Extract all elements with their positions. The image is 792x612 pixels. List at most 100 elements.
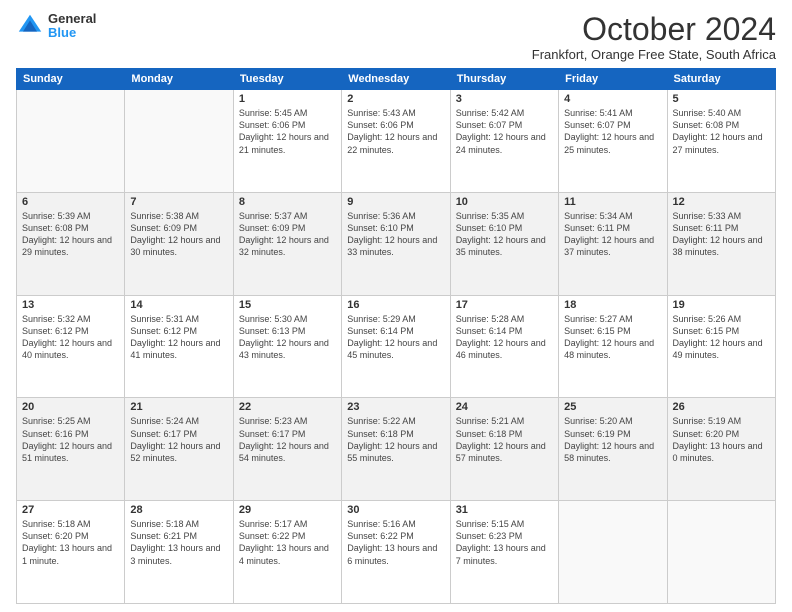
day-number: 19	[673, 299, 770, 311]
calendar-day-header: Friday	[559, 69, 667, 90]
logo: General Blue	[16, 12, 96, 41]
calendar-cell: 11 Sunrise: 5:34 AM Sunset: 6:11 PM Dayli…	[559, 192, 667, 295]
calendar-cell: 28 Sunrise: 5:18 AM Sunset: 6:21 PM Dayli…	[125, 501, 233, 604]
day-info: Sunrise: 5:16 AM Sunset: 6:22 PM Dayligh…	[347, 518, 444, 567]
day-info: Sunrise: 5:41 AM Sunset: 6:07 PM Dayligh…	[564, 107, 661, 156]
day-info: Sunrise: 5:15 AM Sunset: 6:23 PM Dayligh…	[456, 518, 553, 567]
title-block: October 2024 Frankfort, Orange Free Stat…	[532, 12, 776, 62]
logo-icon	[16, 12, 44, 40]
calendar-cell: 9 Sunrise: 5:36 AM Sunset: 6:10 PM Daylig…	[342, 192, 450, 295]
calendar-cell	[125, 90, 233, 193]
calendar-week-row: 6 Sunrise: 5:39 AM Sunset: 6:08 PM Daylig…	[17, 192, 776, 295]
calendar-cell: 18 Sunrise: 5:27 AM Sunset: 6:15 PM Dayli…	[559, 295, 667, 398]
calendar-week-row: 1Sunrise: 5:45 AM Sunset: 6:06 PM Daylig…	[17, 90, 776, 193]
calendar-cell	[667, 501, 775, 604]
calendar-cell: 25Sunrise: 5:20 AM Sunset: 6:19 PM Dayli…	[559, 398, 667, 501]
calendar-cell: 3Sunrise: 5:42 AM Sunset: 6:07 PM Daylig…	[450, 90, 558, 193]
month-title: October 2024	[532, 12, 776, 47]
page: General Blue October 2024 Frankfort, Ora…	[0, 0, 792, 612]
day-info: Sunrise: 5:36 AM Sunset: 6:10 PM Dayligh…	[347, 210, 444, 259]
day-number: 6	[22, 196, 119, 208]
day-number: 16	[347, 299, 444, 311]
calendar-cell: 17 Sunrise: 5:28 AM Sunset: 6:14 PM Dayli…	[450, 295, 558, 398]
calendar-day-header: Monday	[125, 69, 233, 90]
day-number: 17	[456, 299, 553, 311]
day-number: 30	[347, 504, 444, 516]
day-info: Sunrise: 5:22 AM Sunset: 6:18 PM Dayligh…	[347, 415, 444, 464]
day-number: 8	[239, 196, 336, 208]
calendar-cell	[17, 90, 125, 193]
day-number: 28	[130, 504, 227, 516]
logo-text: General Blue	[48, 12, 96, 41]
calendar-cell: 21 Sunrise: 5:24 AM Sunset: 6:17 PM Dayli…	[125, 398, 233, 501]
calendar-day-header: Tuesday	[233, 69, 341, 90]
logo-general: General	[48, 12, 96, 26]
day-info: Sunrise: 5:40 AM Sunset: 6:08 PM Dayligh…	[673, 107, 770, 156]
calendar-cell: 16 Sunrise: 5:29 AM Sunset: 6:14 PM Dayli…	[342, 295, 450, 398]
day-info: Sunrise: 5:26 AM Sunset: 6:15 PM Dayligh…	[673, 313, 770, 362]
day-number: 2	[347, 93, 444, 105]
day-number: 9	[347, 196, 444, 208]
logo-blue: Blue	[48, 26, 96, 40]
calendar-cell: 12Sunrise: 5:33 AM Sunset: 6:11 PM Dayli…	[667, 192, 775, 295]
calendar-cell: 20Sunrise: 5:25 AM Sunset: 6:16 PM Dayli…	[17, 398, 125, 501]
day-info: Sunrise: 5:42 AM Sunset: 6:07 PM Dayligh…	[456, 107, 553, 156]
calendar-cell	[559, 501, 667, 604]
day-info: Sunrise: 5:29 AM Sunset: 6:14 PM Dayligh…	[347, 313, 444, 362]
day-number: 5	[673, 93, 770, 105]
calendar-cell: 10Sunrise: 5:35 AM Sunset: 6:10 PM Dayli…	[450, 192, 558, 295]
header: General Blue October 2024 Frankfort, Ora…	[16, 12, 776, 62]
calendar-cell: 15Sunrise: 5:30 AM Sunset: 6:13 PM Dayli…	[233, 295, 341, 398]
day-number: 21	[130, 401, 227, 413]
calendar-cell: 6 Sunrise: 5:39 AM Sunset: 6:08 PM Daylig…	[17, 192, 125, 295]
day-number: 13	[22, 299, 119, 311]
day-info: Sunrise: 5:19 AM Sunset: 6:20 PM Dayligh…	[673, 415, 770, 464]
calendar-cell: 19 Sunrise: 5:26 AM Sunset: 6:15 PM Dayli…	[667, 295, 775, 398]
calendar-cell: 2 Sunrise: 5:43 AM Sunset: 6:06 PM Daylig…	[342, 90, 450, 193]
calendar-week-row: 27Sunrise: 5:18 AM Sunset: 6:20 PM Dayli…	[17, 501, 776, 604]
calendar-table: SundayMondayTuesdayWednesdayThursdayFrid…	[16, 68, 776, 604]
day-info: Sunrise: 5:39 AM Sunset: 6:08 PM Dayligh…	[22, 210, 119, 259]
day-info: Sunrise: 5:32 AM Sunset: 6:12 PM Dayligh…	[22, 313, 119, 362]
day-info: Sunrise: 5:23 AM Sunset: 6:17 PM Dayligh…	[239, 415, 336, 464]
calendar-week-row: 13 Sunrise: 5:32 AM Sunset: 6:12 PM Dayli…	[17, 295, 776, 398]
day-info: Sunrise: 5:20 AM Sunset: 6:19 PM Dayligh…	[564, 415, 661, 464]
day-info: Sunrise: 5:31 AM Sunset: 6:12 PM Dayligh…	[130, 313, 227, 362]
day-info: Sunrise: 5:17 AM Sunset: 6:22 PM Dayligh…	[239, 518, 336, 567]
calendar-cell: 27Sunrise: 5:18 AM Sunset: 6:20 PM Dayli…	[17, 501, 125, 604]
calendar-cell: 4 Sunrise: 5:41 AM Sunset: 6:07 PM Daylig…	[559, 90, 667, 193]
calendar-cell: 1Sunrise: 5:45 AM Sunset: 6:06 PM Daylig…	[233, 90, 341, 193]
calendar-cell: 5 Sunrise: 5:40 AM Sunset: 6:08 PM Daylig…	[667, 90, 775, 193]
day-info: Sunrise: 5:37 AM Sunset: 6:09 PM Dayligh…	[239, 210, 336, 259]
day-info: Sunrise: 5:18 AM Sunset: 6:21 PM Dayligh…	[130, 518, 227, 567]
day-number: 4	[564, 93, 661, 105]
calendar-cell: 23Sunrise: 5:22 AM Sunset: 6:18 PM Dayli…	[342, 398, 450, 501]
day-number: 10	[456, 196, 553, 208]
calendar-cell: 29 Sunrise: 5:17 AM Sunset: 6:22 PM Dayli…	[233, 501, 341, 604]
day-number: 29	[239, 504, 336, 516]
day-info: Sunrise: 5:34 AM Sunset: 6:11 PM Dayligh…	[564, 210, 661, 259]
day-number: 12	[673, 196, 770, 208]
calendar-cell: 22Sunrise: 5:23 AM Sunset: 6:17 PM Dayli…	[233, 398, 341, 501]
calendar-week-row: 20Sunrise: 5:25 AM Sunset: 6:16 PM Dayli…	[17, 398, 776, 501]
location: Frankfort, Orange Free State, South Afri…	[532, 47, 776, 62]
day-info: Sunrise: 5:24 AM Sunset: 6:17 PM Dayligh…	[130, 415, 227, 464]
day-number: 14	[130, 299, 227, 311]
day-info: Sunrise: 5:25 AM Sunset: 6:16 PM Dayligh…	[22, 415, 119, 464]
day-number: 15	[239, 299, 336, 311]
day-info: Sunrise: 5:45 AM Sunset: 6:06 PM Dayligh…	[239, 107, 336, 156]
day-info: Sunrise: 5:28 AM Sunset: 6:14 PM Dayligh…	[456, 313, 553, 362]
day-number: 27	[22, 504, 119, 516]
day-info: Sunrise: 5:43 AM Sunset: 6:06 PM Dayligh…	[347, 107, 444, 156]
day-number: 18	[564, 299, 661, 311]
calendar-day-header: Saturday	[667, 69, 775, 90]
calendar-day-header: Sunday	[17, 69, 125, 90]
day-number: 11	[564, 196, 661, 208]
day-info: Sunrise: 5:27 AM Sunset: 6:15 PM Dayligh…	[564, 313, 661, 362]
day-number: 7	[130, 196, 227, 208]
day-number: 26	[673, 401, 770, 413]
calendar-cell: 26 Sunrise: 5:19 AM Sunset: 6:20 PM Dayli…	[667, 398, 775, 501]
calendar-header-row: SundayMondayTuesdayWednesdayThursdayFrid…	[17, 69, 776, 90]
calendar-cell: 24Sunrise: 5:21 AM Sunset: 6:18 PM Dayli…	[450, 398, 558, 501]
calendar-day-header: Thursday	[450, 69, 558, 90]
